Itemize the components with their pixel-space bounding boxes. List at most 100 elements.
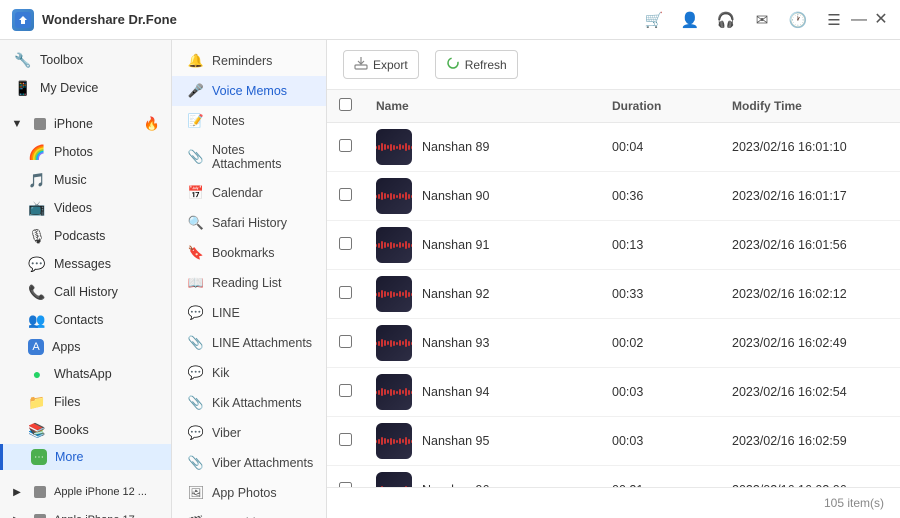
row-name: Nanshan 91 [422,238,489,252]
midpanel: 🔔 Reminders 🎤 Voice Memos 📝 Notes 📎 Note… [172,40,327,518]
sidebar-label-apps: Apps [52,340,81,354]
row-checkbox-1[interactable] [339,188,352,201]
messages-icon: 💬 [28,255,46,273]
app-title: Wondershare Dr.Fone [42,12,177,27]
sidebar-item-toolbox[interactable]: 🔧 Toolbox [0,46,171,74]
midpanel-item-app-videos[interactable]: 🎬 App Videos [172,508,326,518]
row-checkbox-3[interactable] [339,286,352,299]
voice-thumbnail-0 [376,129,412,165]
sidebar-item-podcasts[interactable]: 🎙 Podcasts [0,222,171,250]
row-name: Nanshan 92 [422,287,489,301]
refresh-button[interactable]: Refresh [435,50,518,79]
close-button[interactable]: ✕ [874,13,888,27]
midpanel-label-app-photos: App Photos [212,486,277,500]
row-checkbox-cell [327,319,364,368]
minimize-button[interactable]: — [852,13,866,27]
sidebar-label-toolbox: Toolbox [40,53,83,67]
row-checkbox-cell [327,466,364,488]
history-icon[interactable]: 🕐 [788,10,808,30]
midpanel-item-notes[interactable]: 📝 Notes [172,106,326,136]
midpanel-item-app-photos[interactable]: 🖼 App Photos [172,478,326,508]
sidebar-item-messages[interactable]: 💬 Messages [0,250,171,278]
menu-icon[interactable]: ☰ [824,10,844,30]
sidebar-item-books[interactable]: 📚 Books [0,416,171,444]
toolbox-icon: 🔧 [14,51,32,69]
sidebar-item-photos[interactable]: 🌈 Photos [0,138,171,166]
cart-icon[interactable]: 🛒 [644,10,664,30]
viber-icon: 💬 [188,425,204,441]
row-name: Nanshan 93 [422,336,489,350]
midpanel-item-line-attachments[interactable]: 📎 LINE Attachments [172,328,326,358]
sidebar-item-call-history[interactable]: 📞 Call History [0,278,171,306]
sidebar-item-music[interactable]: 🎵 Music [0,166,171,194]
midpanel-item-reading-list[interactable]: 📖 Reading List [172,268,326,298]
midpanel-item-bookmarks[interactable]: 🔖 Bookmarks [172,238,326,268]
table-row: Nanshan 95 00:03 2023/02/16 16:02:59 [327,417,900,466]
sidebar-item-my-device[interactable]: 📱 My Device [0,74,171,102]
mail-icon[interactable]: ✉ [752,10,772,30]
reading-list-icon: 📖 [188,275,204,291]
kik-icon: 💬 [188,365,204,381]
row-checkbox-6[interactable] [339,433,352,446]
midpanel-label-reminders: Reminders [212,54,272,68]
row-name: Nanshan 94 [422,385,489,399]
user-icon[interactable]: 👤 [680,10,700,30]
iphone12-device-icon [34,486,46,498]
table-row: Nanshan 93 00:02 2023/02/16 16:02:49 [327,319,900,368]
row-checkbox-4[interactable] [339,335,352,348]
whatsapp-icon: ● [28,365,46,383]
midpanel-label-line: LINE [212,306,240,320]
line-attachments-icon: 📎 [188,335,204,351]
contacts-icon: 👥 [28,311,46,329]
notes-icon: 📝 [188,113,204,129]
iphone-flame-icon: 🔥 [143,115,161,133]
files-icon: 📁 [28,393,46,411]
export-button[interactable]: Export [343,50,419,79]
row-checkbox-5[interactable] [339,384,352,397]
podcasts-icon: 🎙 [28,227,46,245]
midpanel-item-kik[interactable]: 💬 Kik [172,358,326,388]
sidebar-label-music: Music [54,173,87,187]
voice-thumbnail-5 [376,374,412,410]
table-row: Nanshan 89 00:04 2023/02/16 16:01:10 [327,123,900,172]
sidebar-label-podcasts: Podcasts [54,229,105,243]
headset-icon[interactable]: 🎧 [716,10,736,30]
voice-thumbnail-3 [376,276,412,312]
midpanel-item-line[interactable]: 💬 LINE [172,298,326,328]
sidebar-item-apps[interactable]: A Apps [0,334,171,360]
table-row: Nanshan 94 00:03 2023/02/16 16:02:54 [327,368,900,417]
sidebar-item-more[interactable]: ⋯ More [0,444,171,470]
midpanel-item-kik-attachments[interactable]: 📎 Kik Attachments [172,388,326,418]
select-all-checkbox[interactable] [339,98,352,111]
midpanel-item-reminders[interactable]: 🔔 Reminders [172,46,326,76]
row-checkbox-0[interactable] [339,139,352,152]
kik-attachments-icon: 📎 [188,395,204,411]
midpanel-item-safari-history[interactable]: 🔍 Safari History [172,208,326,238]
row-duration: 00:02 [600,319,720,368]
refresh-label: Refresh [465,58,507,72]
midpanel-item-notes-attachments[interactable]: 📎 Notes Attachments [172,136,326,178]
row-checkbox-cell [327,270,364,319]
header-duration: Duration [600,90,720,123]
midpanel-item-viber-attachments[interactable]: 📎 Viber Attachments [172,448,326,478]
sidebar-item-apple-iphone-12[interactable]: ▶ Apple iPhone 12 ... [0,478,171,506]
row-checkbox-2[interactable] [339,237,352,250]
midpanel-item-voice-memos[interactable]: 🎤 Voice Memos [172,76,326,106]
sidebar-item-iphone[interactable]: ▼ iPhone 🔥 [0,110,171,138]
sidebar-label-call-history: Call History [54,285,118,299]
sidebar-item-files[interactable]: 📁 Files [0,388,171,416]
midpanel-item-calendar[interactable]: 📅 Calendar [172,178,326,208]
sidebar-item-whatsapp[interactable]: ● WhatsApp [0,360,171,388]
sidebar-item-videos[interactable]: 📺 Videos [0,194,171,222]
row-checkbox-cell [327,123,364,172]
midpanel-item-viber[interactable]: 💬 Viber [172,418,326,448]
row-name-cell: Nanshan 89 [364,123,600,172]
midpanel-label-viber-attachments: Viber Attachments [212,456,313,470]
sidebar-item-contacts[interactable]: 👥 Contacts [0,306,171,334]
main-layout: 🔧 Toolbox 📱 My Device ▼ iPhone 🔥 🌈 Photo… [0,40,900,518]
data-table: Name Duration Modify Time [327,90,900,487]
row-modify-time: 2023/02/16 16:01:17 [720,172,900,221]
sidebar-item-apple-iphone-17[interactable]: ▶ Apple iPhone 17 _ [0,506,171,518]
content-toolbar: Export Refresh [327,40,900,90]
music-icon: 🎵 [28,171,46,189]
